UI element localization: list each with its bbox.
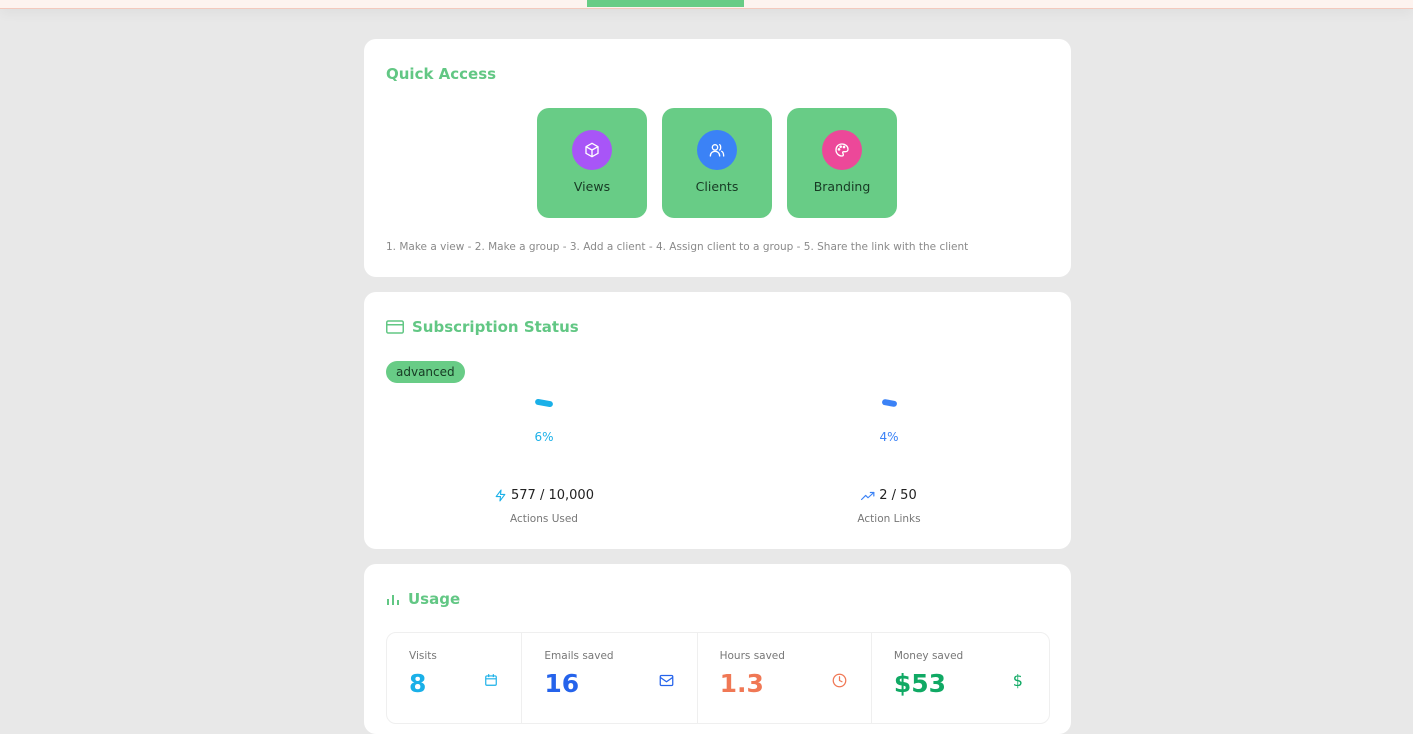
emails-saved-label: Emails saved (544, 650, 614, 662)
money-saved-value: $53 (893, 669, 946, 698)
visits-label: Visits (409, 650, 437, 662)
quick-access-title: Quick Access (386, 65, 496, 83)
mail-icon (657, 671, 675, 689)
visits-value: 8 (409, 669, 427, 698)
actions-used-value-row: 577 / 10,000 (394, 488, 694, 503)
bar-chart-icon (387, 595, 399, 605)
usage-title-text: Usage (408, 590, 461, 608)
credit-card-icon (386, 320, 404, 334)
branding-tile-label: Branding (813, 179, 871, 194)
action-links-gauge: 4% (739, 398, 1039, 444)
active-nav-tab-indicator[interactable] (587, 0, 744, 7)
top-nav-bar (0, 0, 1413, 9)
views-tile[interactable]: Views (537, 108, 647, 218)
actions-used-gauge-arc (534, 398, 554, 408)
views-tile-label: Views (573, 179, 611, 194)
action-links-gauge-arc (881, 398, 897, 408)
views-icon-circle (572, 130, 612, 170)
calendar-icon (482, 671, 500, 689)
actions-used-value: 577 / 10,000 (511, 488, 594, 503)
action-links-percent: 4% (879, 430, 899, 444)
lightning-icon (495, 489, 506, 502)
dollar-icon: $ (1012, 670, 1023, 690)
plan-badge: advanced (386, 361, 465, 383)
hours-saved-stat: Hours saved 1.3 (698, 633, 872, 723)
actions-used-label: Actions Used (510, 513, 578, 525)
money-saved-stat: Money saved $53 $ (872, 633, 1049, 723)
branding-icon-circle (822, 130, 862, 170)
emails-saved-value: 16 (544, 669, 580, 698)
clients-tile-label: Clients (695, 179, 739, 194)
usage-card: Usage Visits 8 Emails saved 16 Hours sav… (364, 564, 1071, 734)
action-links-label: Action Links (857, 513, 921, 525)
actions-used-gauge: 6% (394, 398, 694, 444)
branding-tile[interactable]: Branding (787, 108, 897, 218)
setup-steps-text: 1. Make a view - 2. Make a group - 3. Ad… (386, 241, 969, 253)
usage-stats-row: Visits 8 Emails saved 16 Hours saved 1.3 (386, 632, 1050, 724)
quick-access-card: Quick Access Views Clients Branding 1. M… (364, 39, 1071, 277)
action-links-value-row: 2 / 50 (739, 488, 1039, 503)
action-links-value: 2 / 50 (879, 488, 917, 503)
palette-icon (835, 143, 849, 157)
quick-access-title-text: Quick Access (386, 65, 497, 83)
users-icon (709, 144, 725, 157)
emails-saved-stat: Emails saved 16 (522, 633, 698, 723)
subscription-status-title-text: Subscription Status (412, 318, 579, 336)
hours-saved-value: 1.3 (719, 669, 764, 698)
clients-icon-circle (697, 130, 737, 170)
hours-saved-label: Hours saved (719, 650, 785, 662)
visits-stat: Visits 8 (387, 633, 523, 723)
subscription-status-card: Subscription Status advanced 6% 577 / 10… (364, 292, 1071, 549)
usage-title: Usage (386, 590, 460, 608)
cube-icon (585, 142, 599, 158)
actions-used-percent: 6% (534, 430, 554, 444)
clients-tile[interactable]: Clients (662, 108, 772, 218)
trending-up-icon (861, 491, 875, 500)
clock-icon (831, 671, 849, 689)
money-saved-label: Money saved (893, 650, 964, 662)
subscription-status-title: Subscription Status (386, 318, 579, 336)
